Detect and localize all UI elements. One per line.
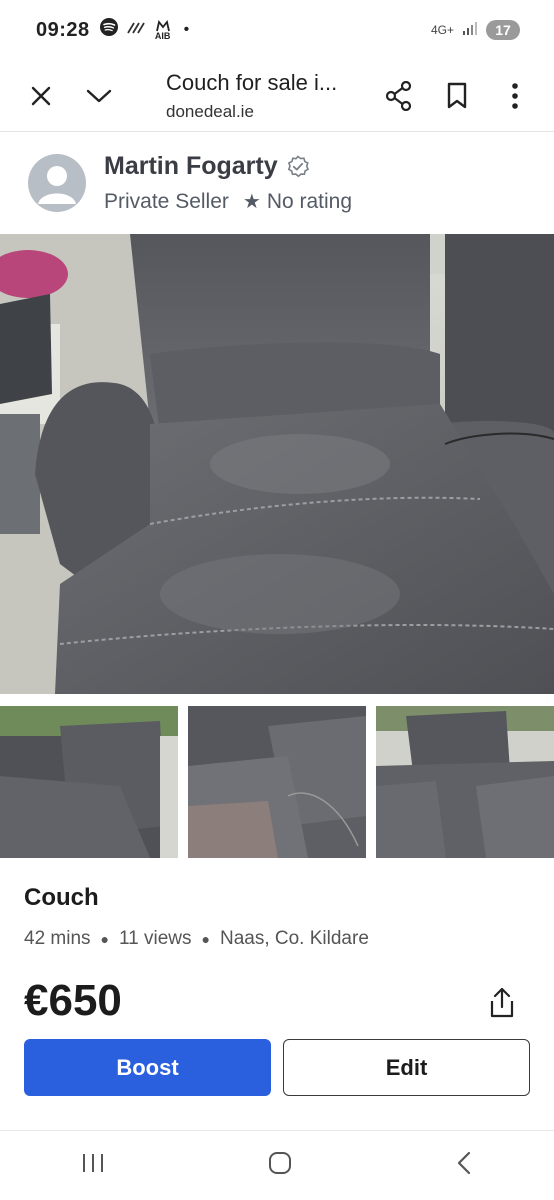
main-photo[interactable] [0,234,554,694]
boost-button[interactable]: Boost [24,1039,271,1096]
network-type: 4G+ [430,23,454,37]
chevron-down-icon [86,89,112,102]
seller-type: Private Seller [104,189,229,213]
thumbnail-1[interactable] [0,706,178,858]
share-button[interactable] [370,66,428,126]
seller-name[interactable]: Martin Fogarty [104,152,278,181]
close-button[interactable] [12,66,70,126]
listing-price: €650 [24,976,122,1025]
posted-time: 42 mins [24,928,91,949]
spotify-icon [99,18,118,42]
separator-dot: ● [201,931,210,947]
star-icon: ★ [242,191,261,213]
more-options-button[interactable] [486,66,544,126]
status-time: 09:28 [36,18,90,41]
separator-dot: ● [100,931,109,947]
status-bar: 09:28 AIB • 4G+ 17 [0,0,554,60]
minimize-button[interactable] [70,66,128,126]
home-icon [268,1152,291,1174]
recent-apps-icon [83,1154,104,1172]
home-button[interactable] [267,1150,293,1181]
share-upload-icon [490,987,514,1018]
page-title-area: Couch for sale i... donedeal.ie [166,70,370,122]
browser-toolbar: Couch for sale i... donedeal.ie [0,60,554,132]
system-navigation-bar [0,1130,554,1200]
signal-icon [462,19,478,41]
back-button[interactable] [454,1150,474,1181]
battery-indicator: 17 [486,20,520,40]
bookmark-button[interactable] [428,66,486,126]
seller-rating: No rating [266,189,353,213]
close-icon [31,86,51,105]
back-icon [457,1151,470,1175]
share-icon [385,80,412,111]
listing-title: Couch [24,884,99,911]
share-listing-button[interactable] [486,986,518,1020]
more-vertical-icon [512,82,518,109]
bookmark-icon [447,82,467,108]
aib-icon: AIB [154,19,172,41]
page-title: Couch for sale i... [166,69,338,95]
thumbnail-2[interactable] [188,706,366,858]
page-domain: donedeal.ie [166,101,254,121]
wifi-calling-icon [126,19,146,41]
seller-section[interactable]: Martin Fogarty Private Seller ★ No ratin… [0,133,554,233]
avatar [28,154,86,212]
listing-meta: 42 mins ● 11 views ● Naas, Co. Kildare [24,928,369,950]
view-count: 11 views [119,928,192,949]
thumbnail-3[interactable] [376,706,554,858]
edit-button[interactable]: Edit [283,1039,530,1096]
verified-badge-icon [287,154,309,177]
dot-icon: • [183,21,190,38]
photo-thumbnails [0,706,554,858]
listing-location: Naas, Co. Kildare [219,928,369,949]
recent-apps-button[interactable] [80,1151,106,1180]
